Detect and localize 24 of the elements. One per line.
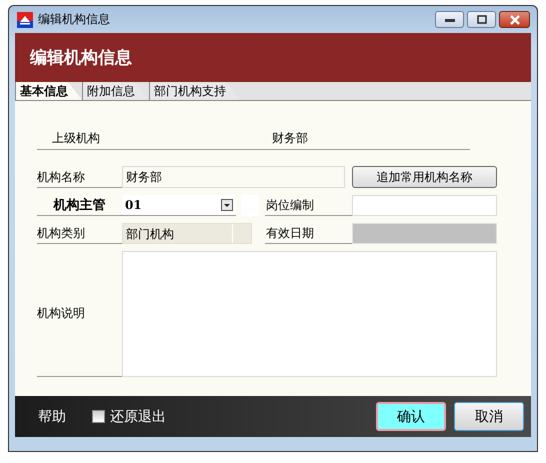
- caret-icon: [221, 199, 233, 211]
- app-icon: [17, 12, 33, 28]
- input-field[interactable]: 财务部: [122, 166, 345, 188]
- checkbox-label[interactable]: 还原退出: [110, 408, 166, 426]
- add-name-button[interactable]: 追加常用机构名称: [352, 166, 497, 188]
- minimize-icon: [444, 18, 454, 22]
- close-button[interactable]: [499, 11, 530, 28]
- window-title: 编辑机构信息: [38, 11, 110, 28]
- tab[interactable]: 基本信息: [15, 82, 82, 100]
- dropdown[interactable]: 01: [122, 195, 236, 216]
- minimize-button[interactable]: [435, 11, 464, 28]
- dialog-button[interactable]: 确认: [376, 402, 446, 431]
- maximize-button[interactable]: [467, 11, 496, 28]
- dialog-button[interactable]: 取消: [454, 402, 524, 431]
- input-field[interactable]: [352, 195, 497, 216]
- tab[interactable]: 附加信息: [82, 82, 149, 100]
- close-icon: [508, 14, 520, 24]
- field-label: 上级机构: [52, 130, 100, 146]
- checkbox[interactable]: [92, 410, 105, 423]
- banner-title: 编辑机构信息: [30, 47, 132, 69]
- maximize-icon: [476, 15, 486, 24]
- help-link[interactable]: 帮助: [38, 408, 66, 426]
- tab[interactable]: 部门机构支持: [149, 82, 240, 100]
- field-value: 财务部: [272, 130, 308, 146]
